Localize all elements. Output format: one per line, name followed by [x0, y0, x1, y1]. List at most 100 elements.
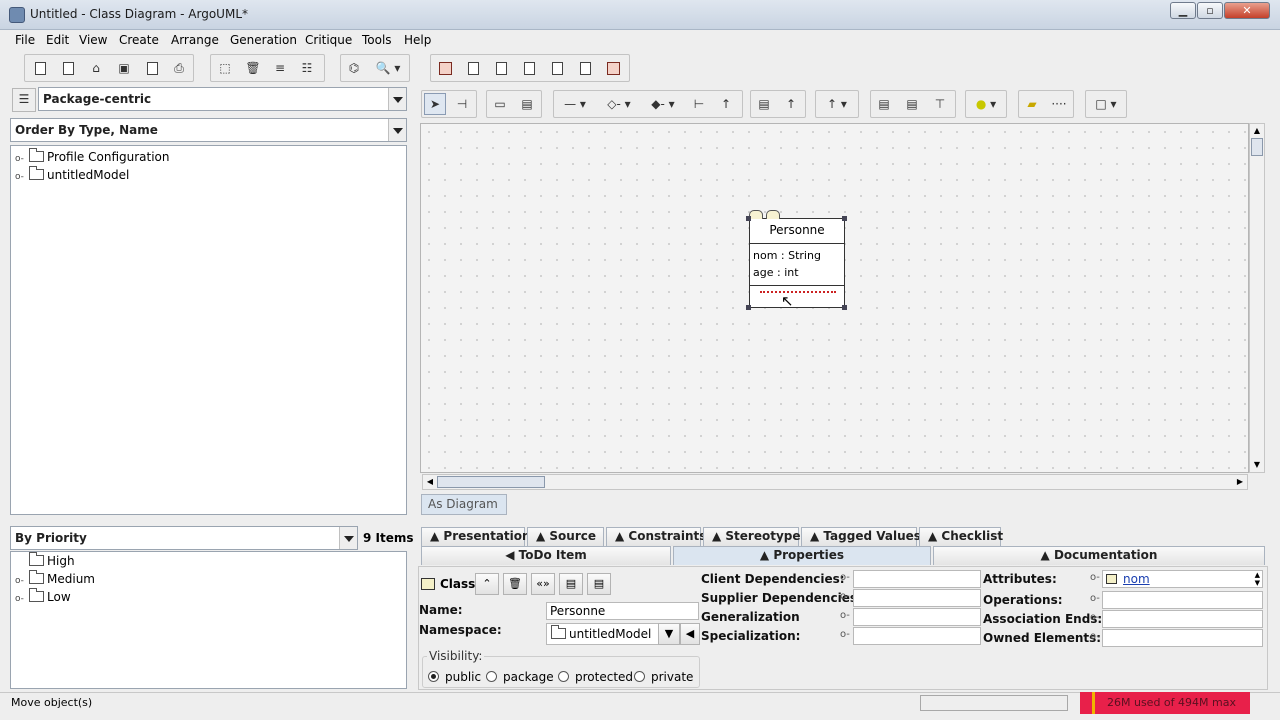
scroll-right-icon[interactable]: ▶: [1233, 475, 1247, 489]
close-window-button[interactable]: ✕: [1224, 2, 1270, 19]
new-usecase-diagram-button[interactable]: [462, 57, 484, 79]
supplier-dependencies-list[interactable]: [853, 589, 981, 607]
menu-file[interactable]: File: [15, 33, 35, 47]
generalization-tool-button[interactable]: ↑: [715, 93, 737, 115]
menu-edit[interactable]: Edit: [46, 33, 69, 47]
settings-button[interactable]: ☷: [296, 57, 318, 79]
minimize-button[interactable]: ▁: [1170, 2, 1196, 19]
splitter-horizontal[interactable]: [10, 516, 410, 522]
tab-as-diagram[interactable]: As Diagram: [421, 494, 507, 515]
find-button[interactable]: ⌬: [343, 57, 365, 79]
resize-handle[interactable]: [842, 305, 847, 310]
new-state-diagram-button[interactable]: [490, 57, 512, 79]
print-button[interactable]: ⎙: [168, 57, 190, 79]
link-handle-icon[interactable]: o-: [840, 629, 850, 640]
button-handle-icon[interactable]: [749, 210, 763, 219]
todo-item-low[interactable]: o- Low: [15, 588, 71, 606]
realization-tool-button[interactable]: ↑: [780, 93, 802, 115]
diagram-horizontal-scrollbar[interactable]: ◀ ▶: [422, 474, 1248, 490]
visibility-radio-public[interactable]: public: [428, 670, 481, 684]
name-field[interactable]: Personne: [546, 602, 699, 620]
close-project-button[interactable]: ⌂: [85, 57, 107, 79]
namespace-select[interactable]: untitledModel: [546, 623, 659, 645]
tab-todo-item[interactable]: ◀ ToDo Item: [421, 546, 671, 565]
attribute-link[interactable]: nom: [1123, 572, 1150, 586]
new-collaboration-diagram-button[interactable]: [546, 57, 568, 79]
class-tool-button[interactable]: ▤: [516, 93, 538, 115]
splitter-vertical[interactable]: [410, 145, 416, 515]
expand-toggle-icon[interactable]: o-: [15, 590, 25, 608]
new-project-button[interactable]: [29, 57, 51, 79]
visibility-radio-protected[interactable]: protected: [558, 670, 633, 684]
client-dependencies-list[interactable]: [853, 570, 981, 588]
comment-tool-button[interactable]: ▰: [1021, 93, 1043, 115]
namespace-dropdown-button[interactable]: ▼: [658, 623, 680, 645]
todo-item-high[interactable]: High: [25, 552, 75, 570]
link-handle-icon[interactable]: o-: [1090, 612, 1100, 623]
maximize-button[interactable]: ▫: [1197, 2, 1223, 19]
select-tool-button[interactable]: ➤: [424, 93, 446, 115]
tab-stereotype[interactable]: ▲ Stereotype: [703, 527, 801, 546]
expand-toggle-icon[interactable]: o-: [15, 168, 25, 186]
link-handle-icon[interactable]: o-: [840, 572, 850, 583]
link-handle-icon[interactable]: o-: [840, 591, 850, 602]
new-reception-button[interactable]: «»: [531, 573, 555, 595]
menu-generation[interactable]: Generation: [230, 33, 297, 47]
delete-button[interactable]: 🗑: [242, 57, 264, 79]
circle-tool-button[interactable]: ● ▾: [968, 93, 1004, 115]
tree-item-profile-configuration[interactable]: o- Profile Configuration: [15, 148, 170, 166]
new-activity-diagram-button[interactable]: [518, 57, 540, 79]
association-tool-button[interactable]: — ▾: [556, 93, 594, 115]
association-ends-list[interactable]: [1102, 610, 1263, 628]
attribute-row[interactable]: nom : String: [753, 247, 841, 264]
tab-tagged-values[interactable]: ▲ Tagged Values: [801, 527, 921, 546]
scroll-thumb[interactable]: [1251, 138, 1263, 156]
composition-tool-button[interactable]: ◆- ▾: [644, 93, 682, 115]
menu-help[interactable]: Help: [404, 33, 431, 47]
save-project-button[interactable]: ▣: [113, 57, 135, 79]
tree-item-untitled-model[interactable]: o-untitledModel: [15, 166, 129, 184]
menu-create[interactable]: Create: [119, 33, 159, 47]
navigate-up-button[interactable]: ≡: [269, 57, 291, 79]
scroll-up-icon[interactable]: ▲: [1250, 124, 1264, 138]
link-handle-icon[interactable]: o-: [840, 610, 850, 621]
menu-tools[interactable]: Tools: [362, 33, 392, 47]
stereotype-tool-button[interactable]: ⊤: [929, 93, 951, 115]
todo-grouping-select[interactable]: By Priority: [10, 526, 358, 550]
aggregation-tool-button[interactable]: ◇- ▾: [600, 93, 638, 115]
dependency-tool-button[interactable]: ⊢: [688, 93, 710, 115]
enumeration-tool-button[interactable]: ▤: [901, 93, 923, 115]
visibility-radio-private[interactable]: private: [634, 670, 693, 684]
tab-documentation[interactable]: ▲ Documentation: [933, 546, 1265, 565]
tab-checklist[interactable]: ▲ Checklist: [919, 527, 1003, 546]
resize-handle[interactable]: [842, 216, 847, 221]
datatype-tool-button[interactable]: ▤: [873, 93, 895, 115]
attributes-list[interactable]: nom ▲ ▼: [1102, 570, 1263, 588]
scroll-thumb[interactable]: [437, 476, 545, 488]
tab-presentation[interactable]: ▲ Presentation: [421, 527, 531, 546]
perspective-select[interactable]: Package-centric: [38, 87, 407, 111]
resize-handle[interactable]: [746, 216, 751, 221]
order-select[interactable]: Order By Type, Name: [10, 118, 407, 142]
generalization-list[interactable]: [853, 608, 981, 626]
abstraction-tool-button[interactable]: ↑ ▾: [818, 93, 856, 115]
interface-tool-button[interactable]: ▤: [753, 93, 775, 115]
menu-view[interactable]: View: [79, 33, 107, 47]
navigate-up-button[interactable]: ⌃: [475, 573, 499, 595]
rectangle-tool-button[interactable]: □ ▾: [1088, 93, 1124, 115]
owned-elements-list[interactable]: [1102, 629, 1263, 647]
tab-properties[interactable]: ▲ Properties: [673, 546, 931, 565]
uml-class-personne[interactable]: Personne nom : String age : int: [749, 218, 845, 308]
todo-item-medium[interactable]: o- Medium: [15, 570, 95, 588]
menu-critique[interactable]: Critique: [305, 33, 352, 47]
new-attribute-button[interactable]: ▤: [559, 573, 583, 595]
comment-link-tool-button[interactable]: ····: [1048, 93, 1070, 115]
spinner-icon[interactable]: ▲ ▼: [1255, 571, 1260, 587]
menu-arrange[interactable]: Arrange: [171, 33, 219, 47]
zoom-button[interactable]: 🔍 ▾: [371, 57, 405, 79]
attribute-row[interactable]: age : int: [753, 264, 841, 281]
resize-handle[interactable]: [746, 305, 751, 310]
new-class-diagram-button[interactable]: [434, 57, 456, 79]
save-as-button[interactable]: [141, 57, 163, 79]
visibility-radio-package[interactable]: package: [486, 670, 554, 684]
